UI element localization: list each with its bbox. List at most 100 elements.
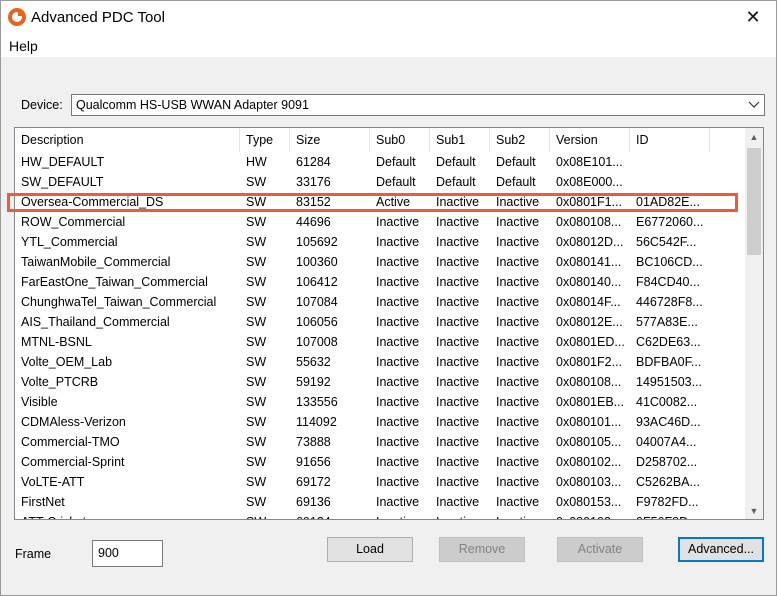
column-header-id[interactable]: ID	[630, 128, 710, 152]
cell-sub2: Inactive	[496, 215, 540, 229]
cell-sub2: Inactive	[496, 295, 540, 309]
cell-sub2: Inactive	[496, 355, 540, 369]
cell-size: 105692	[296, 235, 338, 249]
table-row[interactable]: SW_DEFAULT SW 33176 Default Default Default 0x…	[15, 172, 745, 192]
table-row[interactable]: ROW_Commercial SW 44696 Inactive Inactive Ina…	[15, 212, 745, 232]
table-row[interactable]: Commercial-TMO SW 73888 Inactive Inactive Ina…	[15, 432, 745, 452]
cell-sub2: Inactive	[496, 335, 540, 349]
cell-version: 0x0801F1...	[556, 195, 623, 209]
cell-size: 69172	[296, 475, 331, 489]
advanced-button[interactable]: Advanced...	[678, 537, 764, 562]
vertical-scrollbar[interactable]: ▲ ▼	[745, 128, 763, 519]
cell-sub2: Inactive	[496, 455, 540, 469]
cell-version: 0x080108...	[556, 215, 622, 229]
table-row[interactable]: AIS_Thailand_Commercial SW 106056 Inactive I…	[15, 312, 745, 332]
window-title: Advanced PDC Tool	[31, 9, 165, 26]
table-row[interactable]: FarEastOne_Taiwan_Commercial SW 106412 Inac…	[15, 272, 745, 292]
cell-sub0: Inactive	[376, 455, 420, 469]
table-row[interactable]: FirstNet SW 69136 Inactive Inactive Inactive 0…	[15, 492, 745, 512]
cell-version: 0x080105...	[556, 435, 622, 449]
table-row[interactable]: MTNL-BSNL SW 107008 Inactive Inactive Inactiv…	[15, 332, 745, 352]
cell-type: SW	[246, 295, 267, 309]
cell-version: 0x080140...	[556, 275, 622, 289]
scroll-up-icon[interactable]: ▲	[745, 128, 763, 145]
cell-sub2: Inactive	[490, 512, 550, 519]
table-row[interactable]: ATT-CricketSW69124InactiveInactiveInacti…	[15, 512, 745, 519]
cell-sub1: Inactive	[436, 215, 480, 229]
table-row[interactable]: HW_DEFAULT HW 61284 Default Default Default 0x…	[15, 152, 745, 172]
cell-size: 133556	[296, 395, 338, 409]
cell-description: FirstNet	[21, 495, 65, 509]
table-row[interactable]: Volte_PTCRB SW 59192 Inactive Inactive Inacti…	[15, 372, 745, 392]
column-header-version[interactable]: Version	[550, 128, 630, 152]
load-button[interactable]: Load	[327, 537, 413, 562]
cell-id	[630, 172, 710, 192]
cell-id: F84CD40...	[636, 275, 700, 289]
table-row[interactable]: YTL_Commercial SW 105692 Inactive Inactive In…	[15, 232, 745, 252]
menu-help[interactable]: Help	[9, 38, 38, 54]
cell-size: 33176	[296, 175, 331, 189]
device-select[interactable]: Qualcomm HS-USB WWAN Adapter 9091	[71, 94, 765, 116]
cell-version: 0x080102...	[556, 455, 622, 469]
config-list[interactable]: Description Type Size Sub0 Sub1 Sub2 Version ID…	[14, 127, 764, 520]
activate-button[interactable]: Activate	[557, 537, 643, 562]
cell-id: 0F56F8D...	[630, 512, 710, 519]
table-row[interactable]: VoLTE-ATT SW 69172 Inactive Inactive Inactive…	[15, 472, 745, 492]
cell-description: VoLTE-ATT	[21, 475, 85, 489]
cell-id: C5262BA...	[636, 475, 700, 489]
cell-description: Volte_OEM_Lab	[21, 355, 113, 369]
column-header-sub2[interactable]: Sub2	[490, 128, 550, 152]
cell-sub0: Inactive	[376, 415, 420, 429]
cell-sub0: Inactive	[370, 512, 430, 519]
cell-version: 0x08E101...	[556, 155, 623, 169]
device-label: Device:	[21, 98, 63, 112]
remove-button[interactable]: Remove	[439, 537, 525, 562]
cell-description: CDMAless-Verizon	[21, 415, 126, 429]
table-row[interactable]: Volte_OEM_Lab SW 55632 Inactive Inactive Inac…	[15, 352, 745, 372]
cell-sub1: Inactive	[436, 335, 480, 349]
close-icon[interactable]: ✕	[730, 1, 776, 33]
cell-description: AIS_Thailand_Commercial	[21, 315, 170, 329]
cell-size: 69136	[296, 495, 331, 509]
cell-sub0: Inactive	[376, 315, 420, 329]
table-row[interactable]: Oversea-Commercial_DS SW 83152 Active Inacti…	[15, 192, 745, 212]
table-row[interactable]: TaiwanMobile_Commercial SW 100360 Inactive I…	[15, 252, 745, 272]
column-header-type[interactable]: Type	[240, 128, 290, 152]
frame-label: Frame	[15, 547, 52, 561]
cell-id: C62DE63...	[636, 335, 701, 349]
table-row[interactable]: ChunghwaTel_Taiwan_Commercial SW 107084 Ina…	[15, 292, 745, 312]
cell-version: 0x08012D...	[556, 235, 624, 249]
cell-size: 59192	[296, 375, 331, 389]
scroll-down-icon[interactable]: ▼	[745, 502, 763, 519]
cell-type: SW	[246, 355, 267, 369]
column-header-sub0[interactable]: Sub0	[370, 128, 430, 152]
cell-type: SW	[246, 275, 267, 289]
cell-id: D258702...	[636, 455, 698, 469]
cell-id: 14951503...	[636, 375, 703, 389]
cell-sub1: Inactive	[436, 495, 480, 509]
column-header-sub1[interactable]: Sub1	[430, 128, 490, 152]
cell-description: Commercial-TMO	[21, 435, 120, 449]
scroll-thumb[interactable]	[747, 148, 761, 255]
cell-description: MTNL-BSNL	[21, 335, 92, 349]
cell-type: SW	[240, 512, 290, 519]
frame-input[interactable]: 900	[92, 540, 163, 567]
cell-description: HW_DEFAULT	[21, 155, 105, 169]
device-select-value: Qualcomm HS-USB WWAN Adapter 9091	[76, 98, 309, 112]
cell-type: SW	[246, 475, 267, 489]
cell-size: 106056	[296, 315, 338, 329]
column-header-size[interactable]: Size	[290, 128, 370, 152]
column-header-description[interactable]: Description	[15, 128, 240, 152]
cell-sub0: Inactive	[376, 475, 420, 489]
list-rows: HW_DEFAULT HW 61284 Default Default Default 0x…	[15, 152, 745, 519]
table-row[interactable]: Commercial-Sprint SW 91656 Inactive Inactive…	[15, 452, 745, 472]
cell-sub2: Default	[496, 155, 536, 169]
table-row[interactable]: CDMAless-Verizon SW 114092 Inactive Inactive…	[15, 412, 745, 432]
cell-id	[630, 152, 710, 172]
chevron-down-icon[interactable]	[746, 96, 762, 114]
cell-description: SW_DEFAULT	[21, 175, 104, 189]
cell-version: 0x0801ED...	[556, 335, 625, 349]
cell-sub0: Default	[376, 175, 416, 189]
table-row[interactable]: Visible SW 133556 Inactive Inactive Inactive 0…	[15, 392, 745, 412]
cell-sub0: Inactive	[376, 355, 420, 369]
